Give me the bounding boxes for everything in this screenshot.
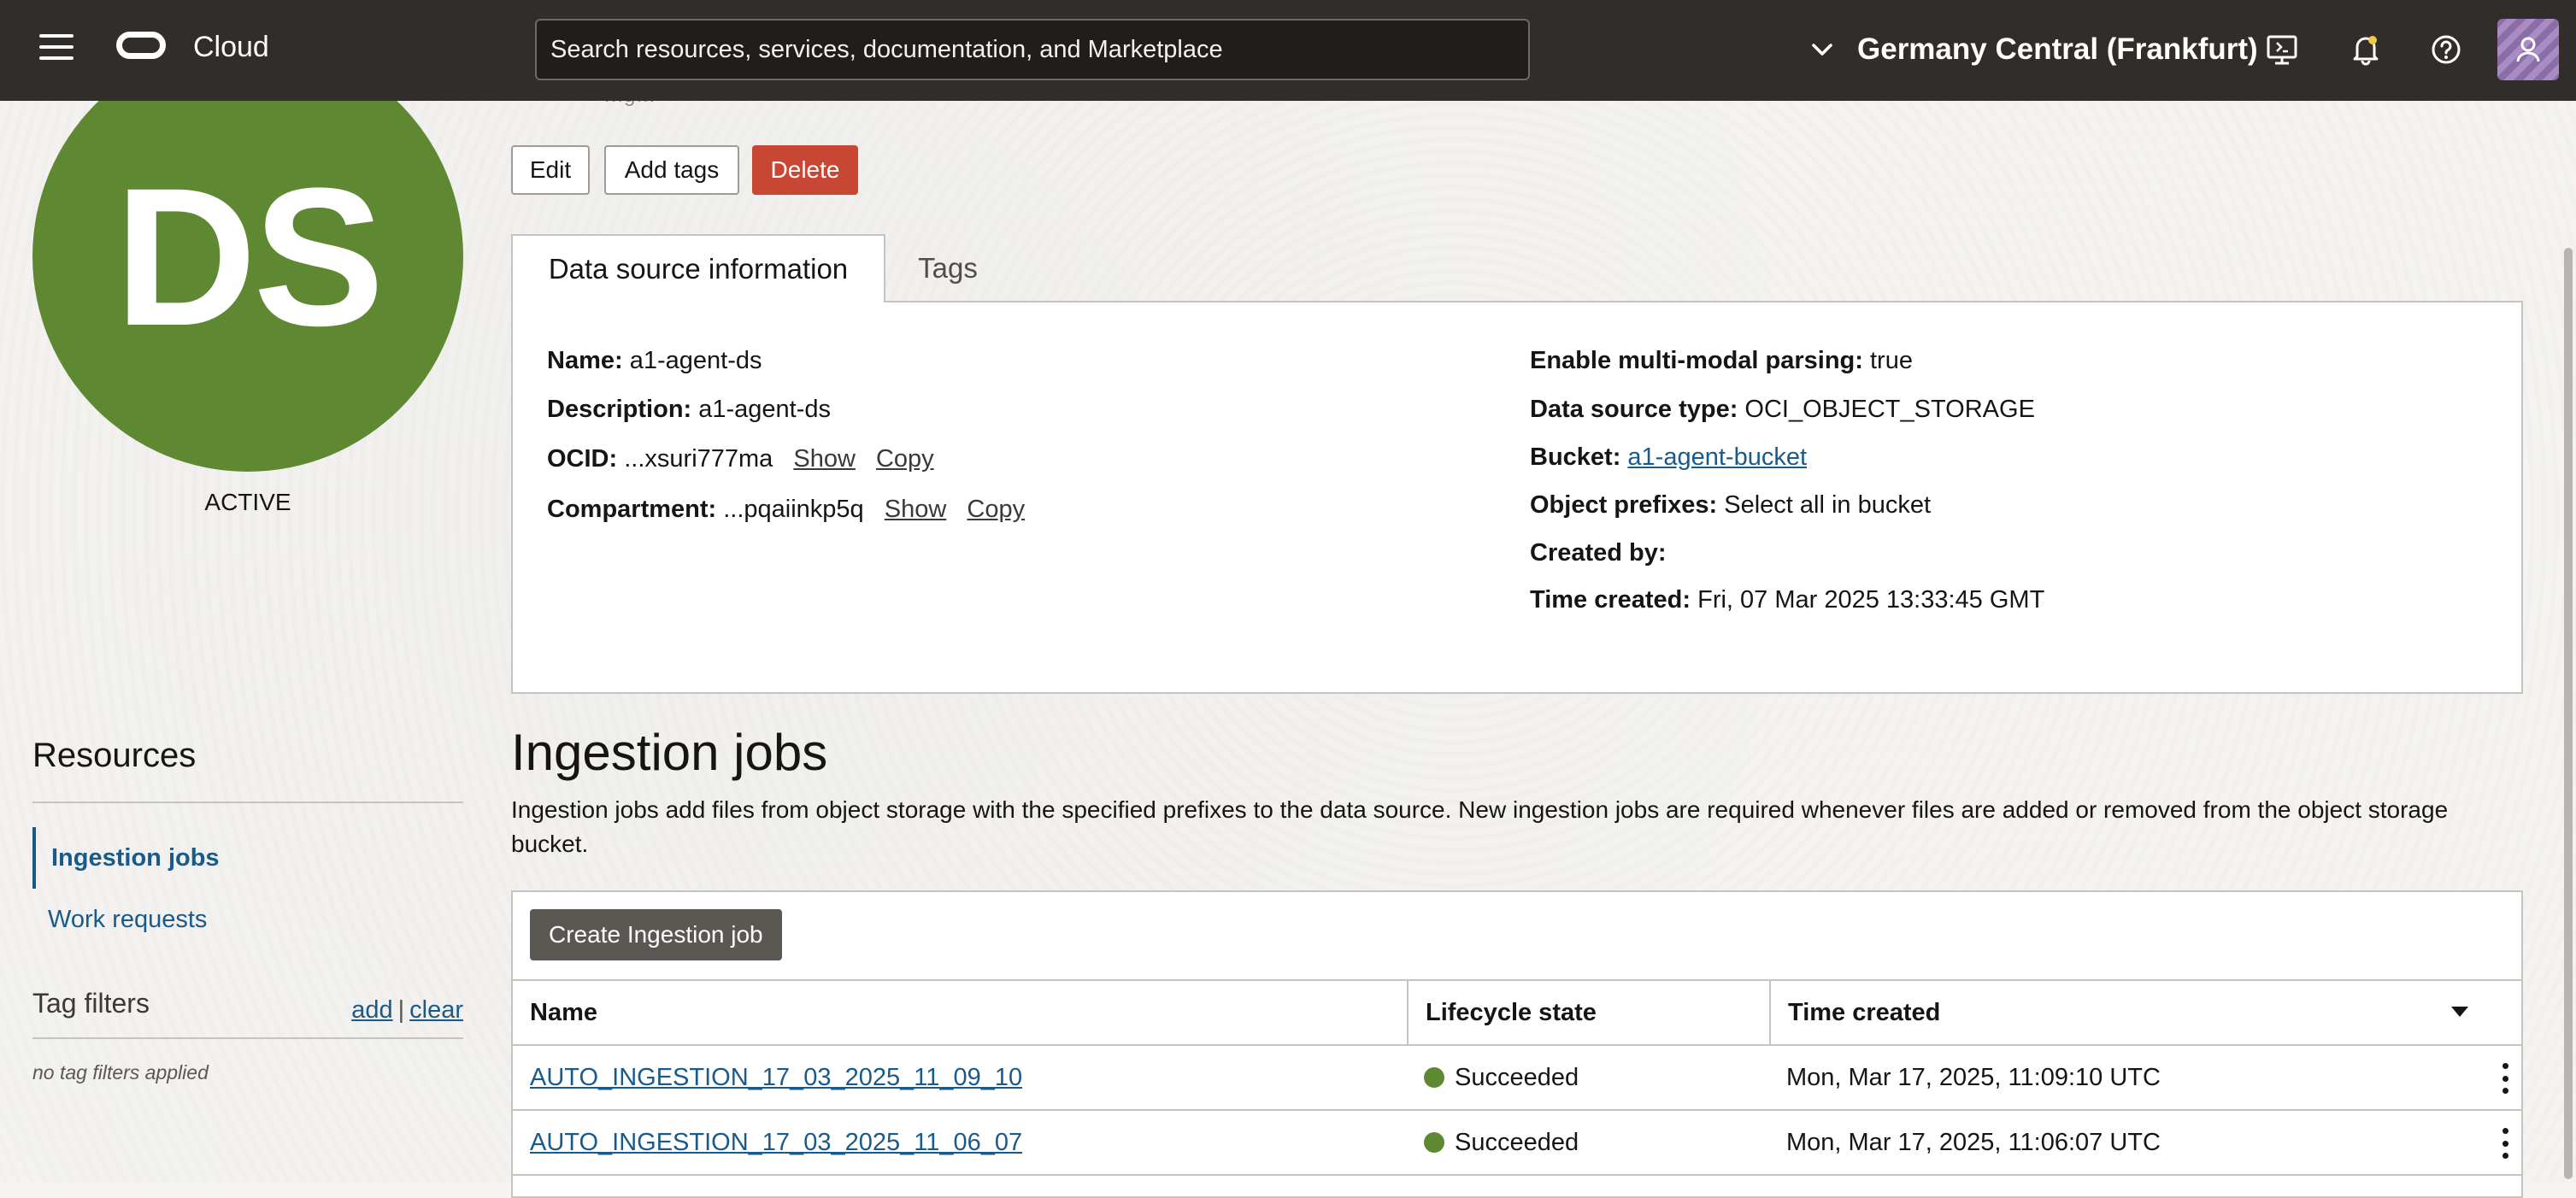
tag-add-link[interactable]: add [351,996,392,1024]
table-row: AUTO_INGESTION_17_03_2025_11_06_07 Succe… [513,1111,2521,1176]
cloud-shell-icon[interactable] [2263,31,2301,68]
status-success-icon [1424,1067,1444,1088]
data-source-type-field: Data source type: OCI_OBJECT_STORAGE [1530,396,2035,424]
compartment-field: Compartment: ...pqaiinkp5q Show Copy [547,496,1025,524]
sidebar-item-work-requests[interactable]: Work requests [32,889,463,950]
object-prefixes-field: Object prefixes: Select all in bucket [1530,491,1931,520]
multimodal-label: Enable multi-modal parsing: [1530,347,1863,374]
hamburger-menu-icon[interactable] [39,34,74,63]
column-header-time-created[interactable]: Time created [1769,981,2521,1044]
ocid-value: ...xsuri777ma [624,445,773,473]
row-actions-kebab-icon[interactable] [2502,1128,2509,1159]
tag-filter-actions: add | clear [351,996,463,1025]
job-time-cell: Mon, Mar 17, 2025, 11:06:07 UTC [1786,1128,2161,1156]
type-label: Data source type: [1530,396,1738,423]
sort-descending-icon[interactable] [2451,1007,2468,1017]
help-icon[interactable] [2427,31,2465,68]
resource-avatar: DS [32,41,463,472]
scrollbar-thumb[interactable] [2564,248,2573,1179]
job-state-cell: Succeeded [1407,1046,1579,1109]
divider [32,1037,463,1039]
create-ingestion-job-button[interactable]: Create Ingestion job [530,909,782,960]
compartment-label: Compartment: [547,496,717,523]
edit-button[interactable]: Edit [511,145,590,195]
job-name-cell: AUTO_INGESTION_17_03_2025_11_09_10 [513,1046,1022,1109]
bucket-field: Bucket: a1-agent-bucket [1530,443,1807,472]
time-created-field: Time created: Fri, 07 Mar 2025 13:33:45 … [1530,586,2044,614]
description-value: a1-agent-ds [698,396,832,423]
time-created-label: Time created: [1530,586,1691,614]
region-selector[interactable]: Germany Central (Frankfurt) [1857,32,2258,67]
chevron-down-icon[interactable] [1810,38,1834,62]
search-input[interactable] [537,21,1528,79]
tab-data-source-information[interactable]: Data source information [511,234,885,302]
ingestion-jobs-table: Create Ingestion job Name Lifecycle stat… [511,890,2523,1198]
job-state: Succeeded [1455,1063,1579,1091]
type-value: OCI_OBJECT_STORAGE [1744,396,2035,423]
prefixes-label: Object prefixes: [1530,491,1718,519]
job-name-link[interactable]: AUTO_INGESTION_17_03_2025_11_09_10 [530,1064,1022,1092]
job-name-link[interactable]: AUTO_INGESTION_17_03_2025_11_06_07 [530,1129,1022,1157]
column-header-lifecycle-state[interactable]: Lifecycle state [1407,981,1769,1044]
table-header: Name Lifecycle state Time created [513,979,2521,1046]
user-avatar[interactable] [2497,19,2559,80]
compartment-show-link[interactable]: Show [885,496,947,523]
bucket-label: Bucket: [1530,443,1621,471]
prefixes-value: Select all in bucket [1724,491,1932,519]
divider [32,802,463,803]
description-label: Description: [547,396,692,423]
tag-filters-empty-text: no tag filters applied [32,1061,209,1083]
compartment-value: ...pqaiinkp5q [723,496,864,523]
job-time-cell: Mon, Mar 17, 2025, 11:09:10 UTC [1786,1063,2161,1091]
ocid-field: OCID: ...xsuri777ma Show Copy [547,445,934,473]
status-success-icon [1424,1132,1444,1153]
row-actions-kebab-icon[interactable] [2502,1063,2509,1094]
user-profile-icon [2516,37,2540,62]
created-by-label: Created by: [1530,539,1667,567]
global-search[interactable] [535,19,1530,80]
resources-heading: Resources [32,737,197,774]
compartment-copy-link[interactable]: Copy [967,496,1025,523]
job-state: Succeeded [1455,1128,1579,1156]
job-state-cell: Succeeded [1407,1111,1579,1174]
status-label: ACTIVE [204,489,291,515]
table-row: AUTO_INGESTION_17_03_2025_11_09_10 Succe… [513,1046,2521,1111]
top-navigation-bar: Cloud Germany Central (Frankfurt) [0,0,2576,101]
ocid-copy-link[interactable]: Copy [876,445,934,473]
data-source-info-panel: Name: a1-agent-ds Description: a1-agent-… [511,301,2523,694]
bucket-link[interactable]: a1-agent-bucket [1627,443,1807,471]
section-title: Ingestion jobs [511,724,828,781]
multimodal-field: Enable multi-modal parsing: true [1530,347,1913,375]
sidebar-item-ingestion-jobs[interactable]: Ingestion jobs [32,827,463,889]
tag-clear-link[interactable]: clear [409,996,463,1024]
separator: | [397,996,405,1024]
oracle-logo-icon[interactable] [116,32,166,59]
column-header-name[interactable]: Name [513,981,1407,1044]
ocid-label: OCID: [547,445,618,473]
name-value: a1-agent-ds [629,347,762,374]
delete-button[interactable]: Delete [752,145,858,195]
add-tags-button[interactable]: Add tags [604,145,739,195]
tab-tags[interactable]: Tags [885,234,1010,302]
tag-filters-heading: Tag filters [32,988,150,1019]
ocid-show-link[interactable]: Show [793,445,856,473]
section-description: Ingestion jobs add files from object sto… [511,796,2449,857]
resources-nav: Ingestion jobs Work requests [32,827,463,950]
description-field: Description: a1-agent-ds [547,396,831,424]
job-name-cell: AUTO_INGESTION_17_03_2025_11_06_07 [513,1111,1022,1174]
brand-label[interactable]: Cloud [193,31,269,64]
notifications-bell-icon[interactable] [2347,31,2385,68]
time-created-value: Fri, 07 Mar 2025 13:33:45 GMT [1697,586,2045,614]
name-field: Name: a1-agent-ds [547,347,762,375]
name-label: Name: [547,347,623,374]
created-by-field: Created by: [1530,539,1667,567]
multimodal-value: true [1870,347,1913,374]
